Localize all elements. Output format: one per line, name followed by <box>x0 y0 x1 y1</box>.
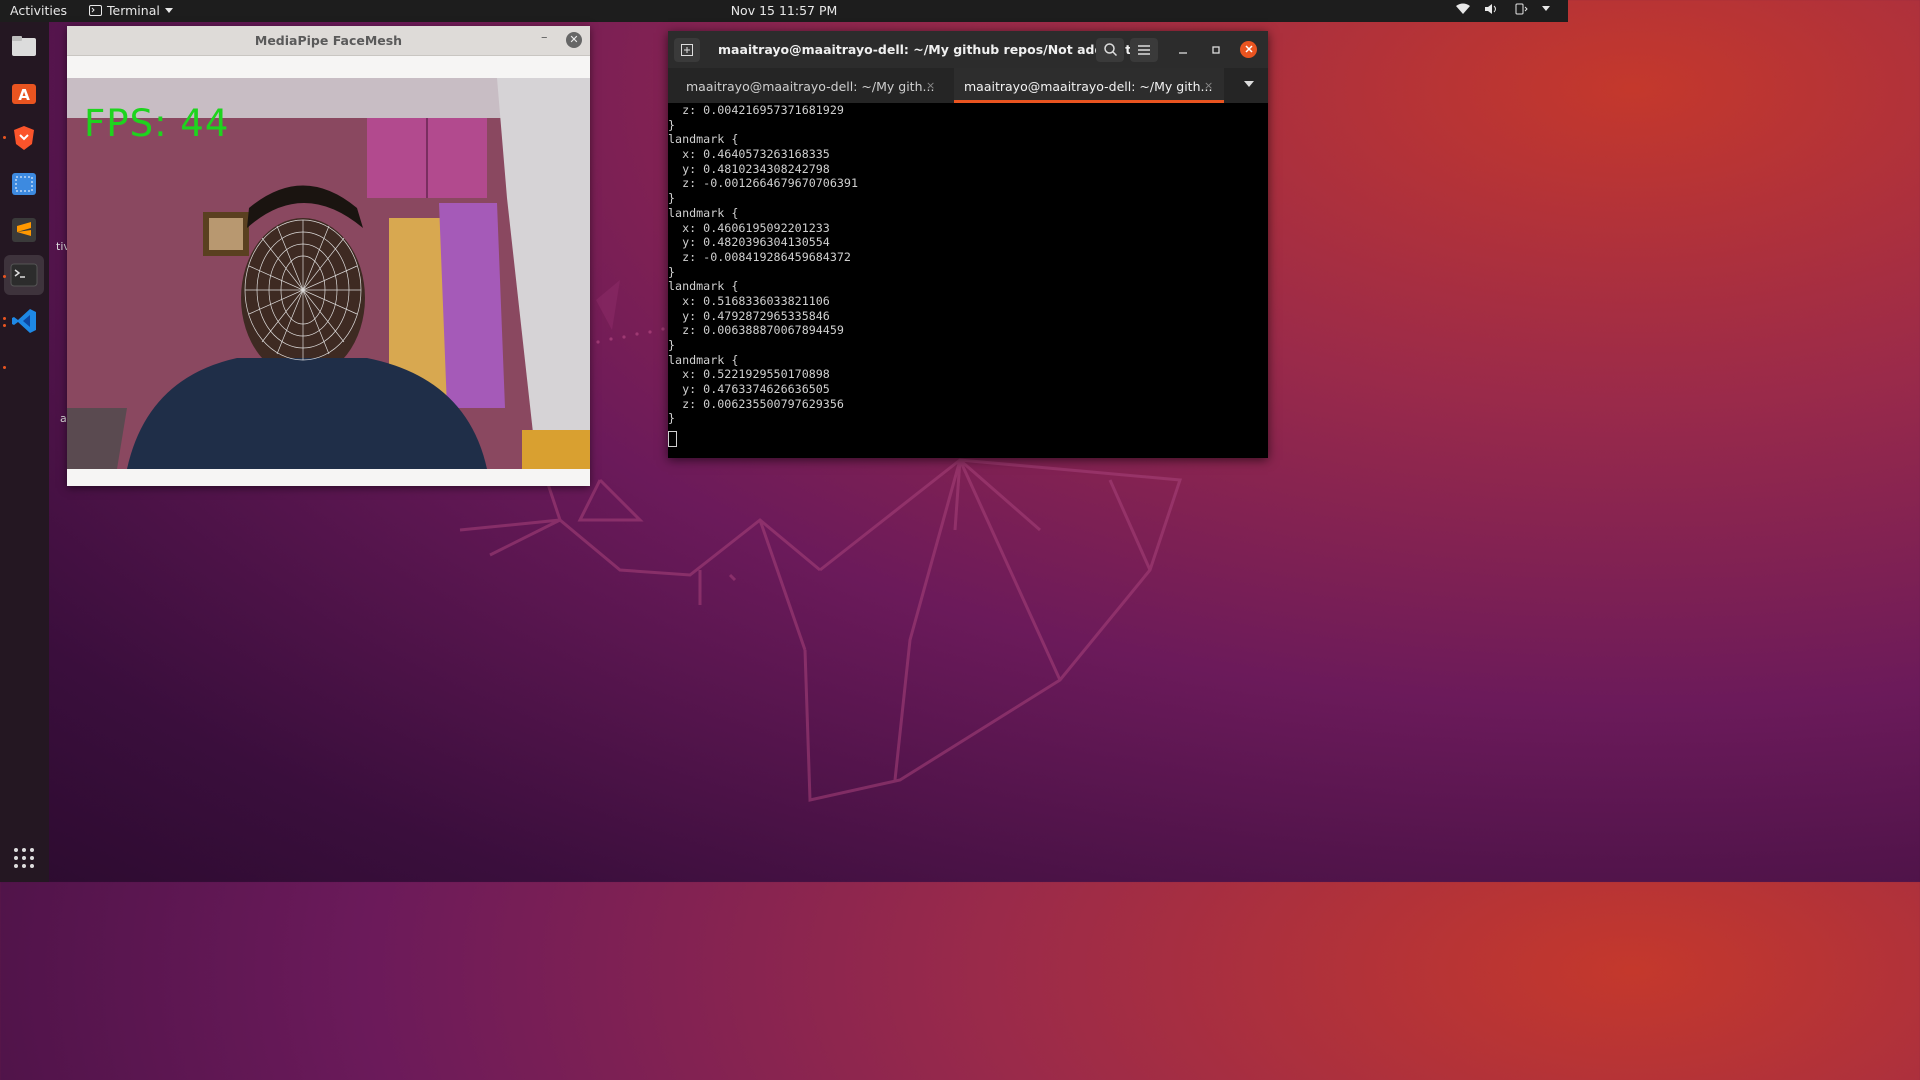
terminal-line: landmark { <box>668 279 739 294</box>
svg-text:A: A <box>18 86 30 104</box>
menu-button[interactable] <box>1130 38 1158 62</box>
dock-item-terminal[interactable] <box>4 255 44 295</box>
volume-icon <box>1485 4 1496 14</box>
close-button[interactable] <box>1240 41 1257 58</box>
software-icon: A <box>12 84 36 104</box>
tab-list-dropdown[interactable] <box>1244 79 1254 90</box>
tab-label: maaitrayo@maaitrayo-dell: ~/My gith... <box>964 79 1213 94</box>
dock-item-software[interactable]: A <box>4 72 44 112</box>
maximize-icon <box>1212 46 1220 54</box>
terminal-icon <box>10 263 38 287</box>
terminal-line: y: 0.4820396304130554 <box>668 235 830 250</box>
fps-counter: FPS: 44 <box>84 102 230 145</box>
terminal-line: } <box>668 264 676 279</box>
dock-item-brave[interactable] <box>4 118 44 158</box>
running-indicator <box>3 317 6 320</box>
power-icon <box>1515 3 1528 15</box>
minimize-button[interactable]: – <box>541 30 548 45</box>
terminal-line: x: 0.4640573263168335 <box>668 147 830 162</box>
activities-button[interactable]: Activities <box>10 3 67 18</box>
terminal-line: y: 0.4810234308242798 <box>668 161 830 176</box>
minimize-button[interactable] <box>1173 40 1193 60</box>
screenshot-icon <box>12 173 36 195</box>
dock-item-show-apps[interactable] <box>4 838 44 878</box>
terminal-headerbar[interactable]: maaitrayo@maaitrayo-dell: ~/My github re… <box>668 31 1268 68</box>
terminal-line: x: 0.4606195092201233 <box>668 220 830 235</box>
terminal-output[interactable]: z: 0.004216957371681929} landmark { x: 0.… <box>668 103 1268 458</box>
desktop-icon-label[interactable]: a <box>60 412 67 425</box>
app-menu-label: Terminal <box>107 3 160 18</box>
top-bar: Activities Terminal Nov 15 11:57 PM <box>0 0 1568 22</box>
dock-item-vscode[interactable] <box>4 301 44 341</box>
dock-item-sublime[interactable] <box>4 210 44 250</box>
terminal-line: z: 0.004216957371681929 <box>668 103 844 117</box>
clock[interactable]: Nov 15 11:57 PM <box>731 3 838 18</box>
terminal-line: } <box>668 117 676 132</box>
tab-close-button[interactable]: × <box>926 79 935 92</box>
minimize-icon <box>1179 52 1187 54</box>
terminal-line: z: 0.006388870067894459 <box>668 323 844 338</box>
search-icon <box>1103 43 1117 57</box>
terminal-line: } <box>668 411 676 426</box>
tab-bar: maaitrayo@maaitrayo-dell: ~/My gith... ×… <box>668 68 1268 103</box>
terminal-window: maaitrayo@maaitrayo-dell: ~/My github re… <box>668 31 1268 458</box>
terminal-line: z: -0.008419286459684372 <box>668 249 851 264</box>
brave-browser-icon <box>14 126 34 150</box>
dock-item-files[interactable] <box>4 26 44 66</box>
close-icon <box>1244 45 1253 53</box>
vscode-icon <box>12 309 36 333</box>
system-tray[interactable] <box>1456 3 1550 15</box>
terminal-line: landmark { <box>668 132 739 147</box>
running-indicator <box>3 366 6 369</box>
terminal-icon <box>89 5 102 16</box>
new-tab-button[interactable] <box>674 38 700 62</box>
terminal-prompt-line <box>668 431 1268 448</box>
dock: A <box>0 22 49 882</box>
terminal-title: maaitrayo@maaitrayo-dell: ~/My github re… <box>718 42 1155 57</box>
terminal-cursor <box>668 431 677 448</box>
terminal-line: } <box>668 191 676 206</box>
terminal-line: } <box>668 338 676 352</box>
search-button[interactable] <box>1096 38 1124 62</box>
chevron-down-icon <box>1542 6 1550 11</box>
running-indicator <box>3 324 6 327</box>
app-menu[interactable]: Terminal <box>89 3 173 18</box>
chevron-down-icon <box>1244 81 1254 87</box>
terminal-line: x: 0.5221929550170898 <box>668 367 830 382</box>
wifi-icon <box>1456 3 1470 14</box>
new-tab-icon <box>681 44 693 56</box>
show-apps-icon <box>14 848 34 868</box>
running-indicator <box>3 275 6 278</box>
terminal-line: landmark { <box>668 205 739 220</box>
dock-item-screenshot[interactable] <box>4 164 44 204</box>
terminal-line: y: 0.4763374626636505 <box>668 382 830 397</box>
tab-close-button[interactable]: × <box>1204 79 1213 92</box>
close-button[interactable]: ✕ <box>566 32 582 48</box>
terminal-line: x: 0.5168336033821106 <box>668 293 830 308</box>
window-title: MediaPipe FaceMesh <box>254 33 403 48</box>
sublime-text-icon <box>12 218 36 242</box>
camera-feed: FPS: 44 <box>67 78 590 469</box>
terminal-line: z: -0.0012664679670706391 <box>668 176 858 191</box>
hamburger-icon <box>1138 45 1150 55</box>
facemesh-window: MediaPipe FaceMesh – ✕ FPS: 44 <box>67 26 590 486</box>
terminal-line: z: 0.006235500797629356 <box>668 396 844 411</box>
facemesh-titlebar[interactable]: MediaPipe FaceMesh – ✕ <box>67 26 590 56</box>
chevron-down-icon <box>164 7 173 13</box>
terminal-tab-active[interactable]: maaitrayo@maaitrayo-dell: ~/My gith... × <box>954 68 1224 103</box>
tab-label: maaitrayo@maaitrayo-dell: ~/My gith... <box>686 79 935 94</box>
terminal-line: y: 0.4792872965335846 <box>668 308 830 323</box>
terminal-tab[interactable]: maaitrayo@maaitrayo-dell: ~/My gith... × <box>668 68 946 103</box>
files-icon <box>12 36 36 56</box>
maximize-button[interactable] <box>1206 40 1226 60</box>
terminal-line: landmark { <box>668 352 739 367</box>
